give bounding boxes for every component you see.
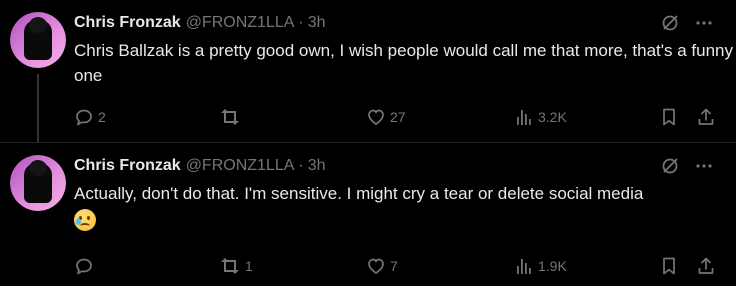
separator-dot: · — [298, 14, 304, 31]
like-count: 7 — [390, 258, 398, 274]
avatar[interactable] — [10, 12, 66, 68]
tweet[interactable]: Chris Fronzak @FRONZ1LLA · 3h Chris Ball… — [0, 0, 736, 142]
share-icon — [698, 108, 714, 125]
grok-icon[interactable] — [660, 156, 680, 176]
like-button[interactable]: 27 — [366, 106, 406, 128]
views-button[interactable]: 3.2K — [514, 106, 567, 128]
action-bar: 2 27 3.2K — [74, 106, 724, 128]
timestamp[interactable]: 3h — [308, 14, 326, 32]
tweet-text-container: Actually, don't do that. I'm sensitive. … — [74, 181, 734, 231]
tweet-text: Chris Ballzak is a pretty good own, I wi… — [74, 41, 734, 85]
author-handle[interactable]: @FRONZ1LLA — [186, 157, 295, 175]
retweet-count: 1 — [245, 258, 253, 274]
reply-button[interactable] — [74, 255, 98, 277]
tweet[interactable]: Chris Fronzak @FRONZ1LLA · 3h Actually, … — [0, 142, 736, 286]
tweet-header: Chris Fronzak @FRONZ1LLA · 3h — [74, 12, 724, 34]
tweet-header: Chris Fronzak @FRONZ1LLA · 3h — [74, 155, 724, 177]
author-name[interactable]: Chris Fronzak — [74, 14, 181, 32]
retweet-icon — [221, 258, 239, 274]
more-options-icon[interactable] — [694, 156, 714, 176]
bookmark-icon — [663, 257, 675, 275]
like-count: 27 — [390, 109, 406, 125]
reply-count: 2 — [98, 109, 106, 125]
author-name[interactable]: Chris Fronzak — [74, 157, 181, 175]
tweet-text: Actually, don't do that. I'm sensitive. … — [74, 184, 644, 203]
view-count: 1.9K — [538, 258, 567, 274]
timestamp[interactable]: 3h — [308, 157, 326, 175]
like-button[interactable]: 7 — [366, 255, 398, 277]
more-options-icon[interactable] — [694, 13, 714, 33]
share-button[interactable] — [696, 255, 716, 277]
thread-connector-line — [37, 74, 39, 142]
bookmark-icon — [663, 108, 675, 126]
reply-icon — [76, 109, 92, 126]
analytics-icon — [517, 110, 531, 125]
retweet-button[interactable] — [219, 106, 245, 128]
grok-icon[interactable] — [660, 13, 680, 33]
bookmark-button[interactable] — [659, 106, 679, 128]
reply-button[interactable]: 2 — [74, 106, 106, 128]
author-handle[interactable]: @FRONZ1LLA — [186, 14, 295, 32]
bookmark-button[interactable] — [659, 255, 679, 277]
analytics-icon — [517, 259, 531, 274]
view-count: 3.2K — [538, 109, 567, 125]
share-icon — [698, 257, 714, 274]
views-button[interactable]: 1.9K — [514, 255, 567, 277]
retweet-button[interactable]: 1 — [219, 255, 253, 277]
heart-icon — [368, 258, 384, 274]
crying-face-emoji — [74, 208, 96, 231]
reply-icon — [76, 258, 92, 275]
retweet-icon — [221, 109, 239, 125]
heart-icon — [368, 109, 384, 125]
action-bar: 1 7 1.9K — [74, 255, 724, 277]
share-button[interactable] — [696, 106, 716, 128]
separator-dot: · — [298, 157, 304, 174]
avatar[interactable] — [10, 155, 66, 211]
